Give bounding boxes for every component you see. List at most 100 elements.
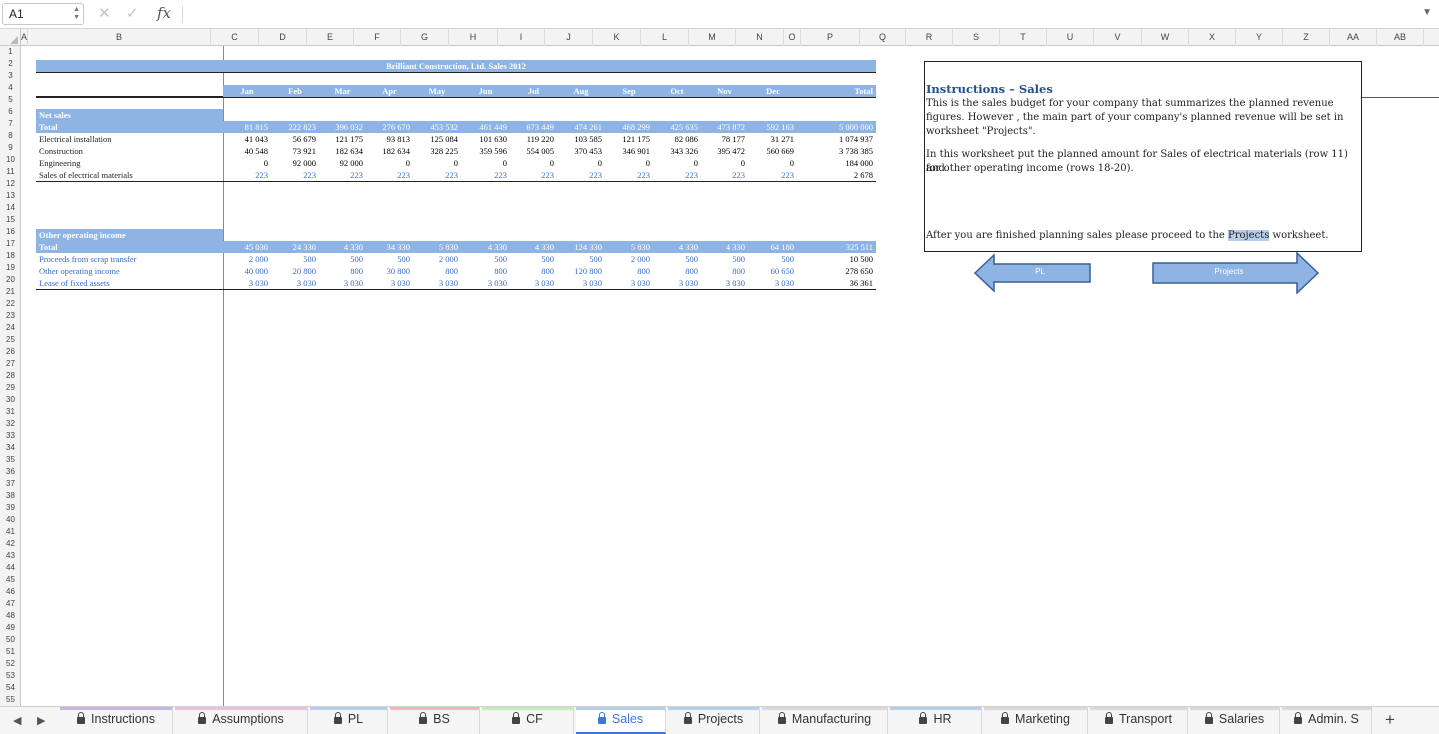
row-header-18[interactable]: 18 [0, 250, 20, 262]
other_income-value-cell[interactable]: 3 030 [653, 277, 701, 289]
sheet-tab-pl[interactable]: PL [310, 707, 388, 734]
net_sales-value-cell[interactable]: 119 220 [510, 133, 557, 145]
other_income-value-cell[interactable]: 500 [557, 253, 605, 265]
row-header-23[interactable]: 23 [0, 310, 20, 322]
net_sales-value-cell[interactable]: 461 449 [461, 121, 510, 133]
net_sales-value-cell[interactable]: 473 872 [701, 121, 748, 133]
other_income-value-cell[interactable]: 5 830 [605, 241, 653, 253]
pl-nav-button[interactable]: PL [973, 253, 1092, 293]
other_income-value-cell[interactable]: 4 330 [319, 241, 366, 253]
other_income-value-cell[interactable]: 3 030 [319, 277, 366, 289]
other_income-value-cell[interactable]: 4 330 [510, 241, 557, 253]
net_sales-value-cell[interactable]: 223 [510, 169, 557, 181]
sheet-tab-hr[interactable]: HR [890, 707, 982, 734]
name-box-stepper-icon[interactable]: ▲ ▼ [73, 6, 80, 22]
column-header-x[interactable]: X [1189, 29, 1236, 46]
net_sales-value-cell[interactable]: 0 [366, 157, 413, 169]
other_income-value-cell[interactable]: 800 [319, 265, 366, 277]
other_income-value-cell[interactable]: 500 [319, 253, 366, 265]
row-header-17[interactable]: 17 [0, 238, 20, 250]
other_income-value-cell[interactable]: 124 330 [557, 241, 605, 253]
column-header-t[interactable]: T [1000, 29, 1047, 46]
net_sales-value-cell[interactable]: 0 [510, 157, 557, 169]
row-header-29[interactable]: 29 [0, 382, 20, 394]
row-header-41[interactable]: 41 [0, 526, 20, 538]
other_income-value-cell[interactable]: 3 030 [461, 277, 510, 289]
other_income-value-cell[interactable]: 20 800 [271, 265, 319, 277]
column-header-e[interactable]: E [307, 29, 354, 46]
net_sales-value-cell[interactable]: 0 [749, 157, 797, 169]
net_sales-value-cell[interactable]: 346 901 [605, 145, 653, 157]
net_sales-value-cell[interactable]: 103 585 [557, 133, 605, 145]
row-header-19[interactable]: 19 [0, 262, 20, 274]
other_income-value-cell[interactable]: 24 330 [271, 241, 319, 253]
row-header-22[interactable]: 22 [0, 298, 20, 310]
sheet-tab-projects[interactable]: Projects [668, 707, 760, 734]
row-header-50[interactable]: 50 [0, 634, 20, 646]
row-header-27[interactable]: 27 [0, 358, 20, 370]
row-header-15[interactable]: 15 [0, 214, 20, 226]
formula-input[interactable] [188, 3, 1408, 25]
row-header-1[interactable]: 1 [0, 46, 20, 58]
net_sales-value-cell[interactable]: 0 [557, 157, 605, 169]
net_sales-value-cell[interactable]: 5 000 000 [801, 121, 876, 133]
other_income-value-cell[interactable]: 64 180 [749, 241, 797, 253]
row-header-10[interactable]: 10 [0, 154, 20, 166]
column-header-j[interactable]: J [545, 29, 593, 46]
column-header-o[interactable]: O [784, 29, 801, 46]
column-header-f[interactable]: F [354, 29, 401, 46]
column-header-z[interactable]: Z [1283, 29, 1330, 46]
projects-nav-button[interactable]: Projects [1152, 251, 1320, 295]
row-header-30[interactable]: 30 [0, 394, 20, 406]
net_sales-value-cell[interactable]: 0 [223, 157, 271, 169]
net_sales-value-cell[interactable]: 223 [461, 169, 510, 181]
net_sales-value-cell[interactable]: 222 823 [271, 121, 319, 133]
other_income-value-cell[interactable]: 3 030 [366, 277, 413, 289]
net_sales-value-cell[interactable]: 223 [653, 169, 701, 181]
net_sales-value-cell[interactable]: 78 177 [701, 133, 748, 145]
row-header-52[interactable]: 52 [0, 658, 20, 670]
net_sales-value-cell[interactable]: 2 678 [801, 169, 876, 181]
net_sales-value-cell[interactable]: 182 634 [319, 145, 366, 157]
other_income-value-cell[interactable]: 800 [605, 265, 653, 277]
row-header-26[interactable]: 26 [0, 346, 20, 358]
sheet-tab-sales[interactable]: Sales [576, 707, 666, 734]
net_sales-value-cell[interactable]: 673 449 [510, 121, 557, 133]
other_income-value-cell[interactable]: 325 511 [801, 241, 876, 253]
net_sales-value-cell[interactable]: 0 [461, 157, 510, 169]
row-header-33[interactable]: 33 [0, 430, 20, 442]
next-sheet-icon[interactable]: ▶ [37, 714, 45, 727]
expand-formula-icon[interactable]: ▼ [1422, 7, 1432, 18]
other_income-value-cell[interactable]: 800 [653, 265, 701, 277]
net_sales-value-cell[interactable]: 121 175 [319, 133, 366, 145]
other_income-value-cell[interactable]: 3 030 [223, 277, 271, 289]
row-header-34[interactable]: 34 [0, 442, 20, 454]
net_sales-value-cell[interactable]: 184 000 [801, 157, 876, 169]
row-header-39[interactable]: 39 [0, 502, 20, 514]
row-header-8[interactable]: 8 [0, 130, 20, 142]
net_sales-value-cell[interactable]: 81 815 [223, 121, 271, 133]
row-header-53[interactable]: 53 [0, 670, 20, 682]
net_sales-value-cell[interactable]: 0 [413, 157, 461, 169]
sheet-tab-marketing[interactable]: Marketing [984, 707, 1088, 734]
net_sales-value-cell[interactable]: 92 000 [319, 157, 366, 169]
row-header-55[interactable]: 55 [0, 694, 20, 706]
column-header-q[interactable]: Q [860, 29, 906, 46]
row-header-7[interactable]: 7 [0, 118, 20, 130]
net_sales-value-cell[interactable]: 396 032 [319, 121, 366, 133]
other_income-value-cell[interactable]: 2 000 [605, 253, 653, 265]
row-header-24[interactable]: 24 [0, 322, 20, 334]
net_sales-value-cell[interactable]: 223 [319, 169, 366, 181]
other_income-value-cell[interactable]: 500 [653, 253, 701, 265]
other_income-value-cell[interactable]: 800 [413, 265, 461, 277]
sheet-tab-admin-s[interactable]: Admin. S [1282, 707, 1372, 734]
net_sales-value-cell[interactable]: 0 [701, 157, 748, 169]
sheet-tab-assumptions[interactable]: Assumptions [175, 707, 308, 734]
other_income-value-cell[interactable]: 500 [461, 253, 510, 265]
column-header-p[interactable]: P [801, 29, 860, 46]
net_sales-value-cell[interactable]: 101 630 [461, 133, 510, 145]
other_income-value-cell[interactable]: 800 [701, 265, 748, 277]
prev-sheet-icon[interactable]: ◀ [13, 714, 21, 727]
column-header-u[interactable]: U [1047, 29, 1094, 46]
row-header-46[interactable]: 46 [0, 586, 20, 598]
